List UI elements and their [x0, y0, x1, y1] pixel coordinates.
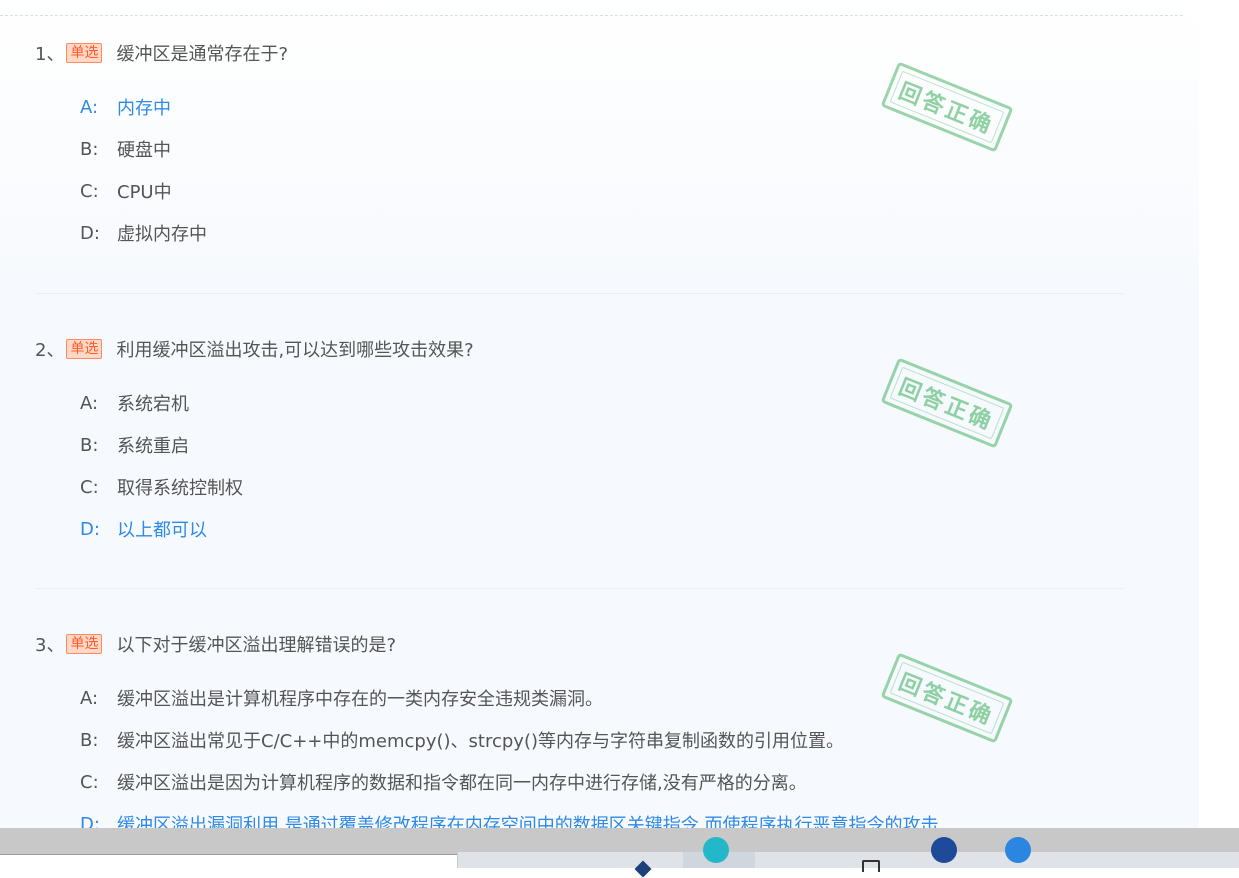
option-a[interactable]: A: 系统宕机 — [80, 390, 189, 416]
option-text: 缓冲区溢出常见于C/C++中的memcpy()、strcpy()等内存与字符串复… — [117, 731, 844, 752]
option-letter: C: — [80, 476, 99, 498]
question-title: 1、 单选 缓冲区是通常存在于? — [35, 40, 288, 66]
option-letter: A: — [80, 687, 99, 709]
option-d[interactable]: D: 虚拟内存中 — [80, 220, 207, 246]
question-text: 缓冲区是通常存在于? — [116, 44, 289, 65]
taskbar-search-area[interactable] — [0, 854, 457, 869]
option-text: 内存中 — [117, 98, 171, 119]
question-divider — [35, 293, 1123, 294]
option-c[interactable]: C: CPU中 — [80, 178, 172, 204]
option-letter: B: — [80, 434, 99, 456]
question-title: 2、 单选 利用缓冲区溢出攻击,可以达到哪些攻击效果? — [35, 336, 474, 362]
app-icon[interactable] — [1005, 837, 1031, 863]
option-letter: D: — [80, 222, 100, 244]
option-text: 缓冲区溢出漏洞利用,是通过覆盖修改程序在内存空间中的数据区关键指令,而使程序执行… — [117, 815, 939, 828]
stamp-text: 回答正确 — [895, 669, 998, 731]
option-a[interactable]: A: 内存中 — [80, 94, 171, 120]
quiz-content: 1、 单选 缓冲区是通常存在于? A: 内存中 B: 硬盘中 C: CPU中 D… — [0, 0, 1199, 828]
option-d[interactable]: D: 以上都可以 — [80, 516, 207, 542]
option-text: 系统重启 — [117, 436, 189, 457]
option-letter: A: — [80, 392, 99, 414]
option-text: CPU中 — [117, 182, 172, 203]
answer-correct-stamp: 回答正确 — [880, 357, 1014, 449]
option-text: 硬盘中 — [117, 140, 171, 161]
option-text: 取得系统控制权 — [117, 478, 243, 499]
top-divider — [0, 15, 1183, 16]
question-type-badge: 单选 — [66, 43, 103, 63]
taskbar — [0, 828, 1239, 878]
question-title: 3、 单选 以下对于缓冲区溢出理解错误的是? — [35, 631, 396, 657]
option-letter: A: — [80, 96, 99, 118]
scroll-gutter[interactable] — [1199, 0, 1239, 828]
question-text: 以下对于缓冲区溢出理解错误的是? — [116, 635, 397, 656]
question-type-badge: 单选 — [66, 339, 103, 359]
option-b[interactable]: B: 硬盘中 — [80, 136, 171, 162]
option-text: 以上都可以 — [117, 520, 207, 541]
option-a[interactable]: A: 缓冲区溢出是计算机程序中存在的一类内存安全违规类漏洞。 — [80, 685, 603, 711]
option-letter: B: — [80, 729, 99, 751]
option-text: 缓冲区溢出是计算机程序中存在的一类内存安全违规类漏洞。 — [117, 689, 603, 710]
app-icon[interactable] — [931, 837, 957, 863]
answer-correct-stamp: 回答正确 — [880, 61, 1014, 153]
question-type-badge: 单选 — [66, 634, 103, 654]
option-letter: D: — [80, 813, 100, 829]
option-letter: B: — [80, 138, 99, 160]
option-d[interactable]: D: 缓冲区溢出漏洞利用,是通过覆盖修改程序在内存空间中的数据区关键指令,而使程… — [80, 811, 939, 829]
question-number: 1、 — [35, 44, 65, 65]
option-c[interactable]: C: 缓冲区溢出是因为计算机程序的数据和指令都在同一内存中进行存储,没有严格的分… — [80, 769, 807, 795]
app-icon[interactable] — [703, 837, 729, 863]
answer-correct-stamp: 回答正确 — [880, 652, 1014, 744]
option-c[interactable]: C: 取得系统控制权 — [80, 474, 243, 500]
option-letter: C: — [80, 180, 99, 202]
option-text: 系统宕机 — [117, 394, 189, 415]
option-b[interactable]: B: 系统重启 — [80, 432, 189, 458]
stamp-text: 回答正确 — [895, 78, 998, 140]
option-b[interactable]: B: 缓冲区溢出常见于C/C++中的memcpy()、strcpy()等内存与字… — [80, 727, 844, 753]
question-text: 利用缓冲区溢出攻击,可以达到哪些攻击效果? — [116, 340, 474, 361]
question-divider — [35, 588, 1123, 589]
option-letter: D: — [80, 518, 100, 540]
option-letter: C: — [80, 771, 99, 793]
option-text: 缓冲区溢出是因为计算机程序的数据和指令都在同一内存中进行存储,没有严格的分离。 — [117, 773, 807, 794]
question-number: 2、 — [35, 340, 65, 361]
question-number: 3、 — [35, 635, 65, 656]
taskbar-icons-area — [458, 852, 1239, 868]
stamp-text: 回答正确 — [895, 374, 998, 436]
app-icon[interactable] — [862, 860, 880, 872]
option-text: 虚拟内存中 — [117, 224, 207, 245]
